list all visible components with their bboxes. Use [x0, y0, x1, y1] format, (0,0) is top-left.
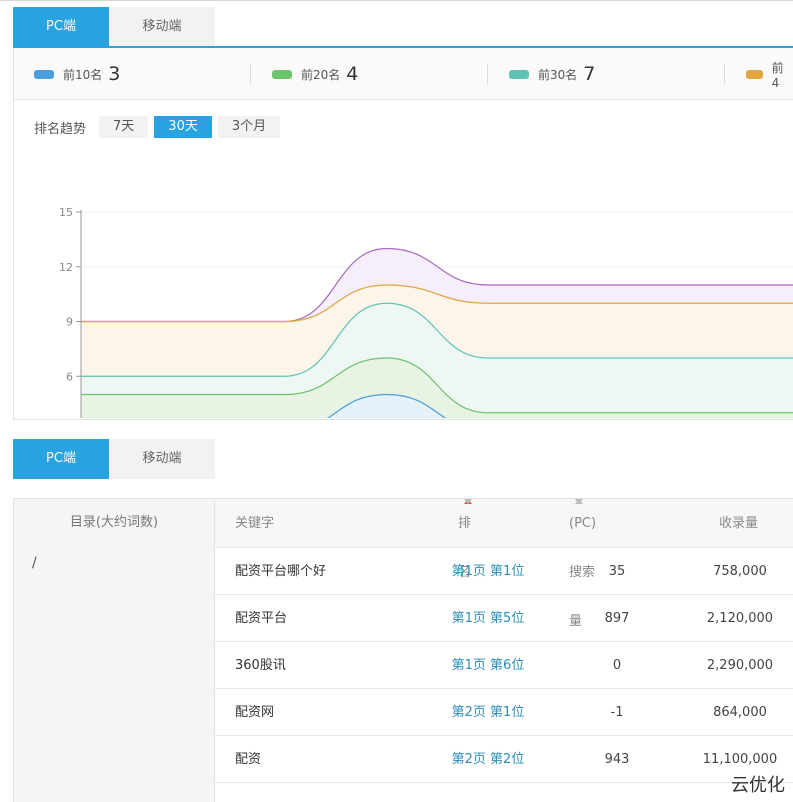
sort-icon[interactable] — [575, 499, 584, 513]
summary-top40: 前4 — [746, 48, 793, 100]
indexed-cell: 864,000 — [713, 705, 767, 720]
top-device-tabs: PC端 移动端 — [13, 7, 215, 47]
top30-label: 前30名 — [538, 67, 578, 82]
range-7d-button[interactable]: 7天 — [99, 116, 149, 138]
table-row: 配资平台 第1页 第5位 897 2,120,000 — [215, 595, 793, 642]
rank-link[interactable]: 第2页 第2位 — [433, 736, 543, 783]
rank-panel: 前10名 3 前20名 4 前30名 7 前4 排名趋势 7天 30天 3个月 … — [13, 48, 793, 420]
trend-range-selector: 排名趋势 7天 30天 3个月 — [34, 116, 286, 138]
keyword-grid: 关键字 排名 (PC)搜索量 收录量 配资平台哪个好 第1页 第1位 35 75… — [215, 499, 793, 783]
y-tick-label: 12 — [59, 261, 73, 274]
rank-link[interactable]: 第1页 第5位 — [433, 595, 543, 642]
volume-cell: 0 — [612, 658, 622, 673]
top20-swatch — [272, 69, 292, 79]
divider — [487, 64, 488, 84]
top-border — [0, 0, 793, 1]
top20-count: 4 — [346, 63, 359, 85]
keyword-table: 目录(大约词数) / 关键字 排名 (PC)搜索量 收录量 配资平台哪个好 第1… — [13, 498, 793, 802]
trend-label: 排名趋势 — [34, 121, 87, 137]
summary-top30: 前30名 7 — [509, 48, 595, 100]
directory-root[interactable]: / — [32, 555, 37, 571]
y-tick-label: 6 — [66, 370, 73, 383]
divider — [250, 64, 251, 84]
table-row: 360股讯 第1页 第6位 0 2,290,000 — [215, 642, 793, 689]
tab-mobile[interactable]: 移动端 — [109, 439, 215, 479]
top10-count: 3 — [108, 63, 121, 85]
sort-icon[interactable] — [464, 499, 473, 513]
volume-cell: -1 — [610, 705, 624, 720]
header-keyword: 关键字 — [235, 516, 275, 531]
top10-swatch — [34, 69, 54, 79]
directory-sidebar: 目录(大约词数) / — [13, 499, 215, 802]
keyword-cell: 360股讯 — [235, 658, 286, 673]
top40-swatch — [746, 69, 763, 79]
indexed-cell: 758,000 — [713, 564, 767, 579]
table-row: 配资 第2页 第2位 943 11,100,000 — [215, 736, 793, 783]
summary-top10: 前10名 3 — [34, 48, 120, 100]
tab-mobile[interactable]: 移动端 — [109, 7, 215, 47]
divider — [724, 64, 725, 84]
keyword-cell: 配资平台哪个好 — [235, 564, 327, 579]
tab-pc[interactable]: PC端 — [13, 7, 109, 47]
table-device-tabs: PC端 移动端 — [13, 439, 215, 479]
rank-trend-chart: 36912152017-07-13 — [59, 206, 793, 418]
rank-link[interactable]: 第1页 第1位 — [433, 548, 543, 595]
watermark: 云优化 — [731, 775, 785, 796]
rank-link[interactable]: 第2页 第1位 — [433, 689, 543, 736]
volume-cell: 943 — [604, 752, 630, 767]
volume-cell: 897 — [604, 611, 630, 626]
table-row: 配资平台哪个好 第1页 第1位 35 758,000 — [215, 548, 793, 595]
indexed-cell: 2,290,000 — [706, 658, 774, 673]
keyword-cell: 配资网 — [235, 705, 275, 720]
range-30d-button[interactable]: 30天 — [154, 116, 212, 138]
rank-link[interactable]: 第1页 第6位 — [433, 642, 543, 689]
indexed-cell: 2,120,000 — [706, 611, 774, 626]
y-tick-label: 9 — [66, 316, 73, 329]
table-row: 配资网 第2页 第1位 -1 864,000 — [215, 689, 793, 736]
y-tick-label: 15 — [59, 206, 73, 219]
summary-top20: 前20名 4 — [272, 48, 358, 100]
keyword-cell: 配资平台 — [235, 611, 288, 626]
keyword-cell: 配资 — [235, 752, 262, 767]
top40-label: 前4 — [771, 60, 784, 90]
range-3m-button[interactable]: 3个月 — [217, 116, 281, 138]
top30-count: 7 — [583, 63, 596, 85]
tab-pc[interactable]: PC端 — [13, 439, 109, 479]
volume-cell: 35 — [608, 564, 626, 579]
top20-label: 前20名 — [301, 67, 341, 82]
top30-swatch — [509, 69, 529, 79]
table-header: 关键字 排名 (PC)搜索量 收录量 — [215, 499, 793, 629]
top10-label: 前10名 — [63, 67, 103, 82]
rank-summary-bar: 前10名 3 前20名 4 前30名 7 前4 — [14, 48, 793, 100]
header-indexed: 收录量 — [719, 516, 759, 531]
directory-header: 目录(大约词数) — [69, 515, 159, 530]
